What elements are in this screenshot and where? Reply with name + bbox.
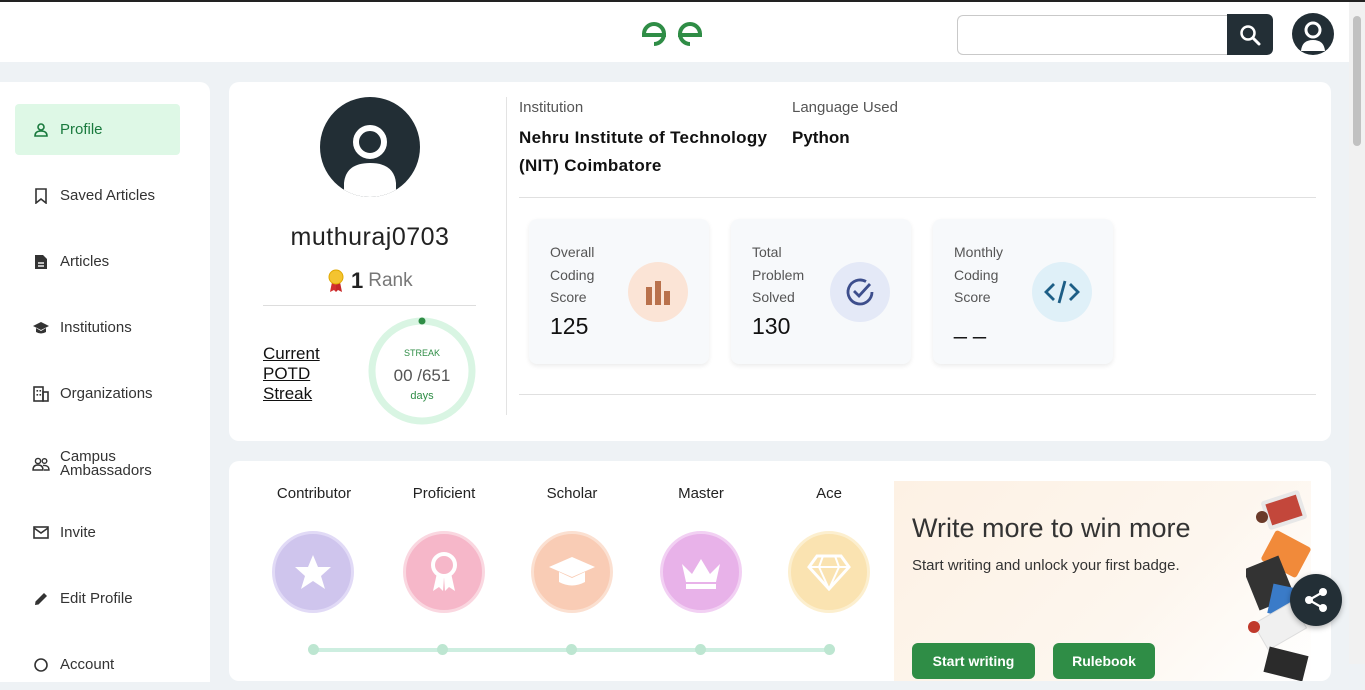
streak-label: STREAK [403,348,440,358]
building-icon [32,385,50,403]
user-avatar[interactable] [1292,13,1334,55]
language-value: Python [792,128,850,147]
search-button[interactable] [1227,14,1273,55]
promo-subtitle: Start writing and unlock your first badg… [912,557,1180,574]
sidebar-item-label: Saved Articles [60,187,156,204]
stat-label: Overall Coding Score [550,244,595,305]
sidebar-item-organizations[interactable]: Organizations [15,368,180,419]
rank-label: Rank [368,270,413,291]
bookmark-icon [32,187,50,205]
page-scrollbar[interactable] [1349,2,1365,664]
badge-name: Contributor [276,485,352,502]
crown-icon [682,559,720,589]
badge-progress-dot [695,644,706,655]
stat-value: 130 [752,313,791,339]
sidebar-item-label: Edit Profile [60,590,133,607]
badge-progress-dot [566,644,577,655]
rank-row: 1 Rank [327,268,413,294]
profile-card: muthuraj0703 1 Rank Current POTD Streak … [229,82,1331,441]
share-button[interactable] [1290,574,1342,626]
top-navbar [0,0,1365,62]
gfg-logo[interactable] [640,16,704,52]
star-icon [295,555,331,589]
sidebar-item-institutions[interactable]: Institutions [15,302,180,353]
stat-value: 125 [550,313,589,339]
badge-name: Ace [816,485,842,502]
ribbon-icon [431,552,457,591]
institution-value: Nehru Institute of Technology (NIT) Coim… [519,128,768,175]
search-input[interactable] [957,15,1228,55]
divider [519,197,1316,198]
sidebar-item-saved-articles[interactable]: Saved Articles [15,170,180,221]
sidebar-item-account[interactable]: Account [15,639,180,690]
potd-streak-link[interactable]: Current POTD Streak [263,344,353,404]
sidebar: Profile Saved Articles Articles Institut… [0,82,210,682]
language-label: Language Used [792,99,898,116]
badge-contributor [272,531,354,613]
badges-card: Contributor Proficient Scholar Master Ac… [229,461,1331,681]
badge-progress-dot [437,644,448,655]
sidebar-item-articles[interactable]: Articles [15,236,180,287]
graduation-cap-icon [32,319,50,337]
user-icon [344,125,396,197]
promo-title: Write more to win more [912,513,1191,543]
check-circle-icon [830,262,890,322]
streak-unit: days [410,390,434,402]
stat-card-overall-score: Overall Coding Score 125 [529,219,709,364]
bar-chart-icon [628,262,688,322]
divider [263,305,476,306]
stat-card-monthly-score: Monthly Coding Score _ _ [933,219,1113,364]
rank-value: 1 [351,268,364,293]
sidebar-item-label: Campus Ambassadors [60,447,152,479]
stat-label: Monthly Coding Score [954,244,1004,305]
institution-label: Institution [519,99,584,116]
diamond-icon [807,554,851,591]
divider [519,394,1316,395]
badge-ace [788,531,870,613]
pencil-icon [32,590,50,608]
badge-progress-dot [308,644,319,655]
user-icon [1301,21,1325,51]
profile-avatar [320,97,420,197]
sidebar-item-invite[interactable]: Invite [15,507,180,558]
stat-card-problems-solved: Total Problem Solved 130 [731,219,911,364]
badge-progress-dot [824,644,835,655]
sidebar-item-label: Profile [60,121,103,138]
document-icon [32,253,50,271]
sidebar-item-label: Account [60,656,115,673]
sidebar-item-edit-profile[interactable]: Edit Profile [15,573,180,624]
sidebar-item-label: Institutions [60,319,132,336]
mail-icon [32,524,50,542]
streak-value: 00 /651 [393,366,451,385]
badge-name: Master [678,485,724,502]
badge-name: Scholar [546,485,598,502]
code-icon [1032,262,1092,322]
share-icon [1305,588,1327,612]
badge-master [660,531,742,613]
username: muthuraj0703 [290,223,450,251]
sidebar-item-label: Articles [60,253,110,270]
sidebar-item-profile[interactable]: Profile [15,104,180,155]
graduation-cap-icon [549,557,595,586]
badge-name: Proficient [412,485,476,502]
search-icon [1240,24,1261,45]
write-promo-banner: Write more to win more Start writing and… [894,481,1311,681]
group-icon [32,455,50,473]
rulebook-button[interactable]: Rulebook [1053,643,1155,679]
scroll-thumb[interactable] [1353,16,1361,146]
sidebar-item-campus-ambassadors[interactable]: Campus Ambassadors [15,438,180,489]
account-icon [32,656,50,674]
divider [506,97,507,415]
sidebar-item-label: Organizations [60,385,153,402]
badge-scholar [531,531,613,613]
medal-icon [328,269,344,292]
user-icon [32,121,50,139]
badge-proficient [403,531,485,613]
sidebar-item-label: Invite [60,524,96,541]
stat-label: Total Problem Solved [752,244,805,305]
stat-value: _ _ [954,313,986,339]
start-writing-button[interactable]: Start writing [912,643,1035,679]
